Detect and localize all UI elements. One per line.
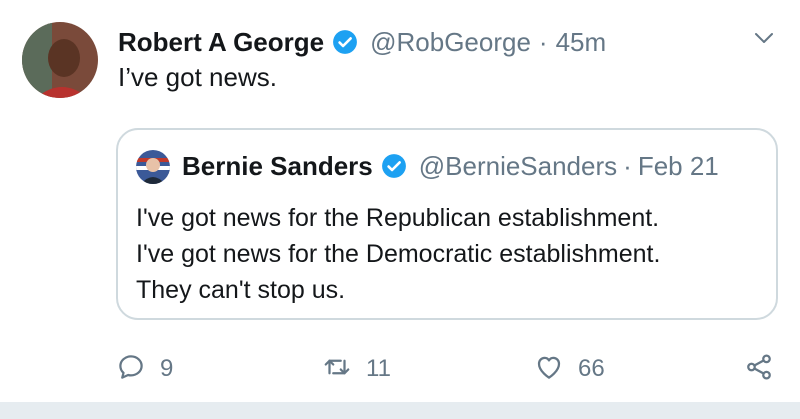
quoted-author-row: Bernie Sanders @BernieSanders · Feb 21 <box>182 148 719 184</box>
reply-count: 9 <box>160 355 174 382</box>
retweet-count: 11 <box>366 355 391 382</box>
retweet-button[interactable]: 11 <box>322 352 391 386</box>
meta-separator: · <box>623 150 632 181</box>
retweet-icon <box>322 352 352 387</box>
chevron-down-icon[interactable] <box>752 26 776 50</box>
quoted-tweet-text: I've got news for the Republican establi… <box>136 204 661 304</box>
quoted-timestamp[interactable]: Feb 21 <box>638 151 719 182</box>
like-button[interactable]: 66 <box>534 352 605 386</box>
author-display-name[interactable]: Robert A George <box>118 27 324 58</box>
meta-separator: · <box>538 26 548 57</box>
quoted-handle[interactable]: @BernieSanders <box>419 151 617 182</box>
heart-icon <box>534 352 564 387</box>
verified-badge-icon <box>332 29 358 55</box>
like-count: 66 <box>578 355 605 382</box>
quoted-display-name[interactable]: Bernie Sanders <box>182 151 373 182</box>
share-icon <box>744 352 774 387</box>
quoted-author-avatar <box>136 150 170 184</box>
author-handle[interactable]: @RobGeorge <box>370 27 531 58</box>
reply-icon <box>116 352 146 387</box>
tweet-timestamp[interactable]: 45m <box>556 27 607 58</box>
author-avatar[interactable] <box>22 22 98 98</box>
quoted-tweet-card[interactable]: Bernie Sanders @BernieSanders · Feb 21 I… <box>116 128 778 320</box>
tweet-author-row: Robert A George @RobGeorge · 45m <box>118 24 606 60</box>
tweet-text: I’ve got news. <box>118 62 277 92</box>
share-button[interactable] <box>744 352 774 386</box>
divider <box>0 402 800 419</box>
verified-badge-icon <box>381 153 407 179</box>
reply-button[interactable]: 9 <box>116 352 173 386</box>
